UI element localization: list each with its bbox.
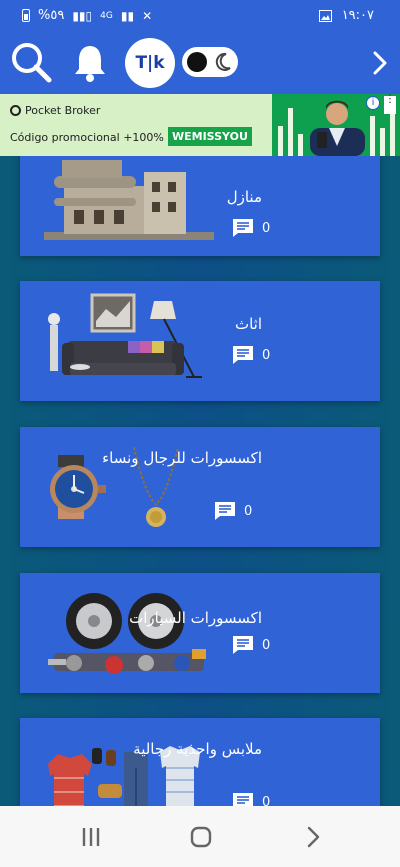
category-card[interactable]: اكسسورات السيارات 0 xyxy=(20,573,380,693)
app-logo[interactable]: T|k xyxy=(125,38,175,88)
comment-icon xyxy=(233,636,253,654)
category-card[interactable]: اثاث 0 xyxy=(20,281,380,401)
category-card[interactable]: اكسسورات للرجال ونساء 0 xyxy=(20,427,380,547)
recent-apps-icon[interactable] xyxy=(76,824,106,850)
ad-menu-icon[interactable]: ⋮ xyxy=(384,94,396,114)
comment-count-value: 0 xyxy=(262,220,271,236)
furniture-image xyxy=(48,293,202,378)
comment-icon xyxy=(233,346,253,364)
battery-icon xyxy=(22,9,30,22)
category-title: اثاث xyxy=(234,315,262,333)
comment-count: 0 xyxy=(232,345,270,365)
chevron-right-icon[interactable] xyxy=(370,48,390,78)
status-left: %٥٩ ▮▮▯ 4G ▮▮ ✕ xyxy=(22,8,152,23)
comment-count-value: 0 xyxy=(262,637,271,653)
mute-icon: ✕ xyxy=(142,8,153,23)
category-card[interactable]: منازل 0 xyxy=(20,156,380,256)
status-bar: %٥٩ ▮▮▯ 4G ▮▮ ✕ ١٩:٠٧ xyxy=(0,0,400,32)
category-card[interactable]: ملابس واحذية رجالية 0 xyxy=(20,718,380,806)
category-title: منازل xyxy=(226,188,262,206)
comment-count-value: 0 xyxy=(244,503,253,519)
logo-text: T|k xyxy=(135,53,165,73)
ad-person-image xyxy=(310,100,365,156)
dark-mode-toggle[interactable] xyxy=(182,47,238,77)
home-icon[interactable] xyxy=(186,824,216,850)
image-icon xyxy=(318,9,332,22)
app-header: T|k xyxy=(0,32,400,94)
comment-count: 0 xyxy=(232,635,270,655)
comment-count: 0 xyxy=(232,218,270,238)
comment-count: 0 xyxy=(232,792,270,806)
comment-icon xyxy=(233,793,253,806)
signal-icon-2: ▮▮ xyxy=(120,8,135,23)
category-title: اكسسورات السيارات xyxy=(129,609,262,627)
moon-icon xyxy=(215,52,231,71)
bell-icon[interactable] xyxy=(70,42,110,84)
signal-icon: ▮▮▯ xyxy=(72,8,93,23)
comment-count: 0 xyxy=(214,501,252,521)
back-icon[interactable] xyxy=(298,824,328,850)
search-icon[interactable] xyxy=(8,39,54,85)
status-right: ١٩:٠٧ xyxy=(318,8,374,23)
comment-icon xyxy=(215,502,235,520)
ad-brand-name: Pocket Broker xyxy=(25,104,101,117)
house-image xyxy=(44,160,214,240)
comment-icon xyxy=(233,219,253,237)
battery-level: %٥٩ xyxy=(38,8,65,23)
comment-count-value: 0 xyxy=(262,794,271,807)
ad-banner[interactable]: Pocket Broker Código promocional +100% W… xyxy=(0,94,400,156)
car-parts-image xyxy=(48,593,206,674)
system-nav-bar xyxy=(0,806,400,867)
category-list: منازل 0 اثاث 0 اكسسورات للرجال ونساء 0 ا… xyxy=(0,156,400,806)
comment-count-value: 0 xyxy=(262,347,271,363)
category-title: اكسسورات للرجال ونساء xyxy=(102,449,262,467)
category-title: ملابس واحذية رجالية xyxy=(133,740,262,758)
ad-brand-icon xyxy=(10,105,21,116)
ad-promo-code: WEMISSYOU xyxy=(168,127,252,146)
ad-info-icon[interactable]: i xyxy=(366,96,380,110)
ad-promo-text: Código promocional +100% xyxy=(10,131,164,144)
network-type: 4G xyxy=(100,10,113,21)
ad-brand: Pocket Broker xyxy=(10,104,100,117)
clock: ١٩:٠٧ xyxy=(341,8,374,23)
toggle-knob xyxy=(187,52,207,72)
